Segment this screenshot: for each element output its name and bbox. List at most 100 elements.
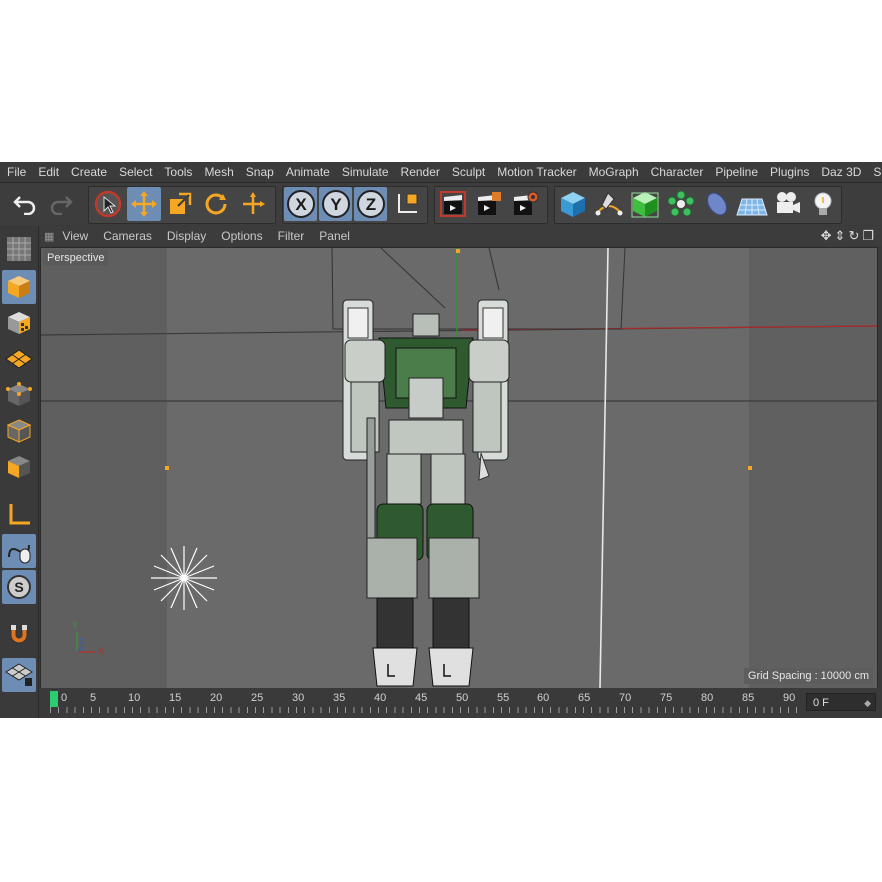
current-frame-value: 0 F [813,697,829,709]
make-editable-icon[interactable] [2,232,36,266]
timeline-tick: 25 [251,692,264,704]
playhead[interactable] [50,691,58,707]
rotate-icon[interactable] [199,187,233,221]
render-picture-viewer-icon[interactable] [472,187,506,221]
light-object-icon [151,546,217,610]
timeline-tick: 40 [374,692,387,704]
menu-sculpt[interactable]: Sculpt [445,162,490,182]
menu-motion-tracker[interactable]: Motion Tracker [490,162,581,182]
viewport-nav-icons: ✥ ⇕ ↻ ❐ [821,226,874,246]
cloner-icon[interactable] [664,187,698,221]
render-view-icon[interactable] [436,187,470,221]
pan-icon[interactable]: ✥ [821,228,832,244]
model-icon[interactable] [2,270,36,304]
pen-icon[interactable] [592,187,626,221]
orbit-icon[interactable]: ↻ [848,228,859,244]
viewport-menu-filter[interactable]: Filter [270,229,312,243]
viewport-menu-view[interactable]: View [54,229,95,243]
menu-script[interactable]: Scrip [866,162,882,182]
snap-icon[interactable] [2,618,36,652]
current-frame-field[interactable]: 0 F ◆ [806,693,876,711]
timeline[interactable]: 0 5 10 15 20 25 30 35 40 45 50 55 60 65 … [40,688,882,718]
timeline-tick: 20 [210,692,223,704]
axis-icon[interactable] [2,498,36,532]
live-selection-icon[interactable] [91,187,125,221]
menu-simulate[interactable]: Simulate [335,162,394,182]
svg-text:Z: Z [365,195,375,214]
points-icon[interactable] [2,378,36,412]
menu-tools[interactable]: Tools [157,162,197,182]
axis-x-label: X [98,646,105,656]
svg-text:S: S [14,579,23,595]
undo-icon[interactable] [8,187,42,221]
floor-icon[interactable] [735,187,769,221]
workplane-icon[interactable] [2,342,36,376]
render-settings-icon[interactable] [508,187,542,221]
dolly-icon[interactable]: ⇕ [835,228,846,244]
menu-character[interactable]: Character [644,162,709,182]
viewport-menu-options[interactable]: Options [213,229,269,243]
perspective-viewport[interactable]: Y X Z Perspective Grid Spacing : 10000 c… [40,247,878,689]
edges-icon[interactable] [2,414,36,448]
camera-icon[interactable] [770,187,804,221]
stepper-icon[interactable]: ◆ [864,694,871,712]
polygons-icon[interactable] [2,450,36,484]
viewport-scene [41,248,877,688]
cinema4d-window: File Edit Create Select Tools Mesh Snap … [0,162,882,718]
scale-icon[interactable] [163,187,197,221]
solo-icon[interactable]: S [2,570,36,604]
timeline-tick: 90 [783,692,796,704]
timeline-tick: 70 [619,692,632,704]
maximize-icon[interactable]: ❐ [862,228,874,244]
timeline-tick: 35 [333,692,346,704]
x-axis-icon[interactable]: X [284,187,317,221]
viewport-camera-label: Perspective [43,250,109,266]
menu-animate[interactable]: Animate [279,162,335,182]
grid-icon[interactable] [2,658,36,692]
y-axis-icon[interactable]: Y [319,187,352,221]
viewport-menu-bar: ▦ View Cameras Display Options Filter Pa… [40,226,882,246]
timeline-tick: 80 [701,692,714,704]
menu-pipeline[interactable]: Pipeline [708,162,763,182]
timeline-tick: 10 [128,692,141,704]
timeline-tick: 45 [415,692,428,704]
light-icon[interactable] [806,187,840,221]
menu-mograph[interactable]: MoGraph [582,162,644,182]
menu-select[interactable]: Select [112,162,157,182]
menu-mesh[interactable]: Mesh [197,162,238,182]
viewport-menu-cameras[interactable]: Cameras [95,229,159,243]
timeline-tick: 55 [497,692,510,704]
redo-icon[interactable] [44,187,78,221]
timeline-tick: 75 [660,692,673,704]
axis-y-label: Y [72,620,79,630]
menu-snap[interactable]: Snap [239,162,279,182]
mode-palette: S [0,226,39,718]
menu-daz3d[interactable]: Daz 3D [814,162,866,182]
svg-text:Y: Y [330,195,342,214]
axis-z-label: Z [79,637,84,646]
menu-file[interactable]: File [0,162,31,182]
timeline-tick: 65 [578,692,591,704]
subdivision-icon[interactable] [628,187,662,221]
move-icon[interactable] [127,187,161,221]
viewport-menu-display[interactable]: Display [159,229,213,243]
z-axis-icon[interactable]: Z [354,187,387,221]
transform-icon[interactable] [236,187,270,221]
tweak-icon[interactable] [2,534,36,568]
timeline-ruler [50,707,802,713]
texture-icon[interactable] [2,306,36,340]
viewport-menu-panel[interactable]: Panel [311,229,357,243]
timeline-tick: 15 [169,692,182,704]
coordinate-system-icon[interactable] [390,187,424,221]
grid-spacing-readout: Grid Spacing : 10000 cm [743,668,873,684]
cube-icon[interactable] [556,187,590,221]
timeline-tick: 50 [456,692,469,704]
menu-plugins[interactable]: Plugins [763,162,814,182]
menu-edit[interactable]: Edit [31,162,64,182]
menu-render[interactable]: Render [394,162,445,182]
robot-model [342,299,510,687]
svg-text:X: X [295,195,307,214]
drag-handle-icon[interactable]: ▦ [40,230,54,243]
menu-create[interactable]: Create [64,162,112,182]
deformer-icon[interactable] [700,187,734,221]
